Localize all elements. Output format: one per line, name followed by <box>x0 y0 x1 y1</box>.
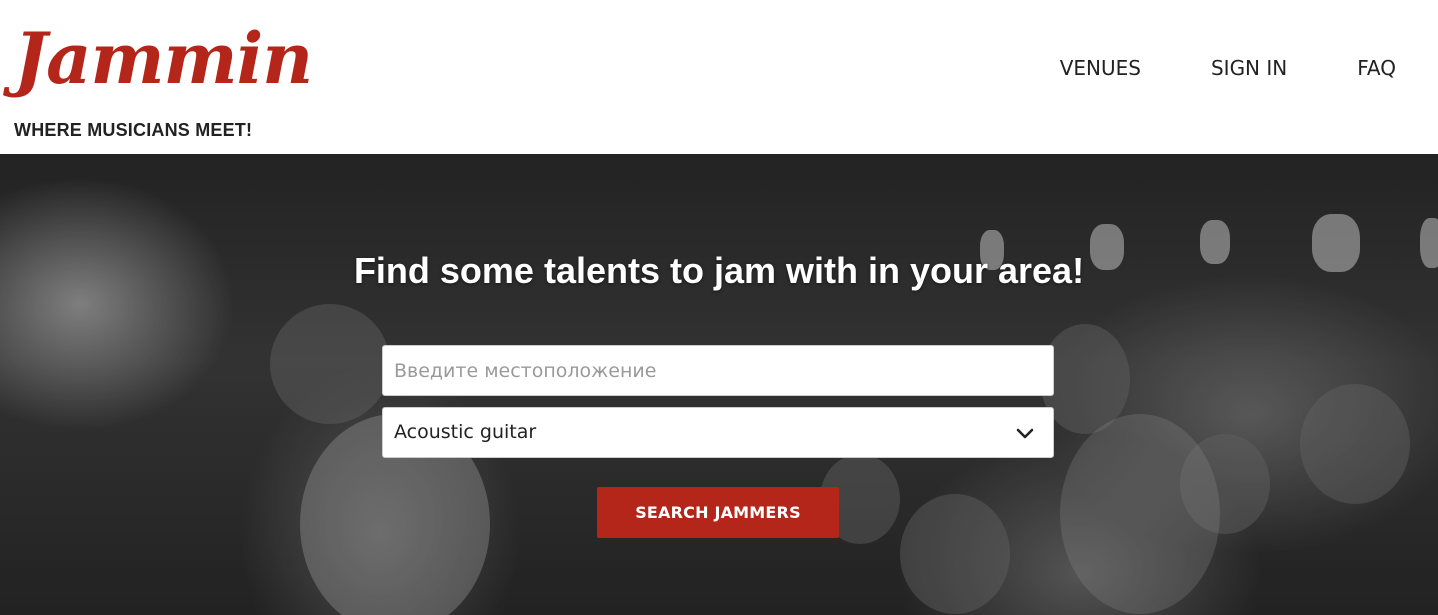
hero-section: Find some talents to jam with in your ar… <box>0 154 1438 615</box>
hero-title: Find some talents to jam with in your ar… <box>353 250 1085 291</box>
main-nav: VENUES SIGN IN FAQ <box>990 54 1396 82</box>
tagline: WHERE MUSICIANS MEET! <box>14 120 253 140</box>
instrument-select[interactable]: Acoustic guitar <box>382 407 1054 458</box>
instrument-select-value: Acoustic guitar <box>394 421 537 443</box>
search-jammers-button[interactable]: SEARCH JAMMERS <box>597 487 839 538</box>
logo[interactable]: Jammin <box>14 14 313 104</box>
nav-link-venues[interactable]: VENUES <box>1060 54 1141 82</box>
brand: Jammin WHERE MUSICIANS MEET! <box>14 14 313 140</box>
location-input[interactable] <box>382 345 1054 396</box>
chevron-down-icon <box>1016 428 1034 439</box>
nav-link-sign-in[interactable]: SIGN IN <box>1211 54 1287 82</box>
site-header: Jammin WHERE MUSICIANS MEET! VENUES SIGN… <box>0 0 1438 154</box>
nav-link-faq[interactable]: FAQ <box>1357 54 1396 82</box>
